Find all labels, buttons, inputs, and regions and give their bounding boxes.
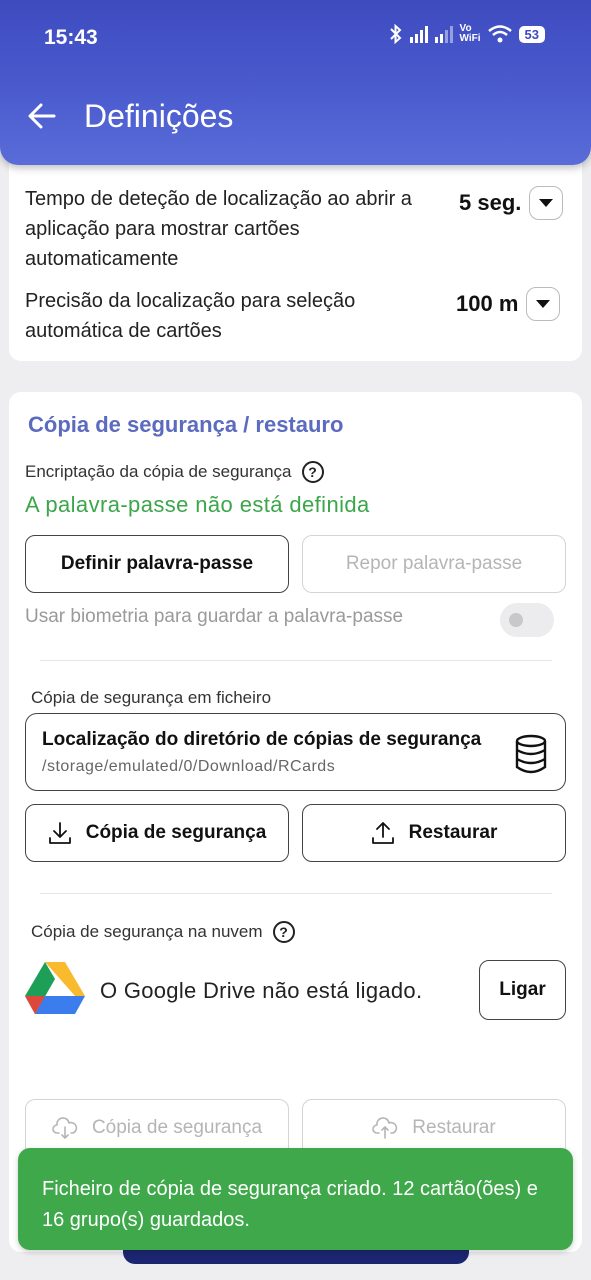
detection-time-value: 5 seg. xyxy=(459,190,522,215)
wifi-icon xyxy=(487,25,512,43)
precision-label: Precisão da localização para seleção aut… xyxy=(25,290,356,342)
battery-icon: 53 xyxy=(518,25,545,43)
google-drive-icon xyxy=(25,962,85,1014)
location-settings-card: Tempo de deteção de localização ao abrir… xyxy=(9,150,582,361)
biometrics-label: Usar biometria para guardar a palavra-pa… xyxy=(25,606,404,627)
password-status: A palavra-passe não está definida xyxy=(25,492,370,517)
detection-time-dropdown[interactable]: 5 seg. xyxy=(459,186,564,220)
page-title: Definições xyxy=(84,98,234,134)
divider xyxy=(40,893,552,894)
cloud-restore-label: Restaurar xyxy=(412,1117,496,1138)
cloud-download-icon xyxy=(52,1117,78,1139)
chevron-down-icon[interactable] xyxy=(526,287,561,321)
directory-title: Localização do diretório de cópias de se… xyxy=(42,729,482,750)
detection-time-label: Tempo de deteção de localização ao abrir… xyxy=(25,188,412,270)
toast-message: Ficheiro de cópia de segurança criado. 1… xyxy=(18,1148,573,1250)
vowifi-icon: Vo WiFi xyxy=(459,23,481,44)
back-arrow-icon[interactable] xyxy=(26,100,58,132)
directory-path: /storage/emulated/0/Download/RCards xyxy=(42,758,336,775)
help-icon[interactable]: ? xyxy=(272,921,295,943)
biometrics-toggle[interactable] xyxy=(500,603,554,637)
toggle-knob xyxy=(509,613,523,627)
encryption-label-row: Encriptação da cópia de segurança ? xyxy=(25,461,324,483)
cloud-backup-label: Cópia de segurança xyxy=(91,1117,263,1138)
gdrive-status: O Google Drive não está ligado. xyxy=(100,978,423,1003)
precision-dropdown[interactable]: 100 m xyxy=(456,287,561,321)
download-icon xyxy=(48,822,71,844)
database-icon xyxy=(515,734,547,774)
file-backup-label: Cópia de segurança em ficheiro xyxy=(31,688,272,707)
cloud-upload-icon xyxy=(372,1117,398,1139)
restore-button-label: Restaurar xyxy=(408,822,498,843)
upload-icon xyxy=(371,822,394,844)
app-bar: 15:43 Vo WiFi 53 Definições xyxy=(0,0,591,165)
backup-restore-card: Cópia de segurança / restauro Encriptaçã… xyxy=(9,392,582,1252)
restore-button[interactable]: Restaurar xyxy=(302,804,566,862)
backup-button[interactable]: Cópia de segurança xyxy=(25,804,289,862)
reset-password-button[interactable]: Repor palavra-passe xyxy=(302,535,566,593)
status-time: 15:43 xyxy=(44,26,98,49)
backup-button-label: Cópia de segurança xyxy=(85,822,267,843)
cloud-label-row: Cópia de segurança na nuvem ? xyxy=(31,921,295,943)
bottom-bar xyxy=(123,1248,469,1264)
section-title: Cópia de segurança / restauro xyxy=(28,412,344,437)
precision-value: 100 m xyxy=(456,291,519,316)
signal-icon xyxy=(409,25,428,43)
set-password-button[interactable]: Definir palavra-passe xyxy=(25,535,289,593)
backup-directory-selector[interactable]: Localização do diretório de cópias de se… xyxy=(25,713,566,791)
signal-icon-2 xyxy=(434,25,453,43)
encryption-label: Encriptação da cópia de segurança xyxy=(25,462,292,481)
google-drive-row: O Google Drive não está ligado. Ligar xyxy=(25,960,566,1022)
connect-button[interactable]: Ligar xyxy=(479,960,566,1020)
help-icon[interactable]: ? xyxy=(301,461,324,483)
status-icons: Vo WiFi 53 xyxy=(389,24,545,44)
bluetooth-icon xyxy=(389,24,401,44)
chevron-down-icon[interactable] xyxy=(529,186,564,220)
cloud-label: Cópia de segurança na nuvem xyxy=(31,922,263,941)
divider xyxy=(40,660,552,661)
